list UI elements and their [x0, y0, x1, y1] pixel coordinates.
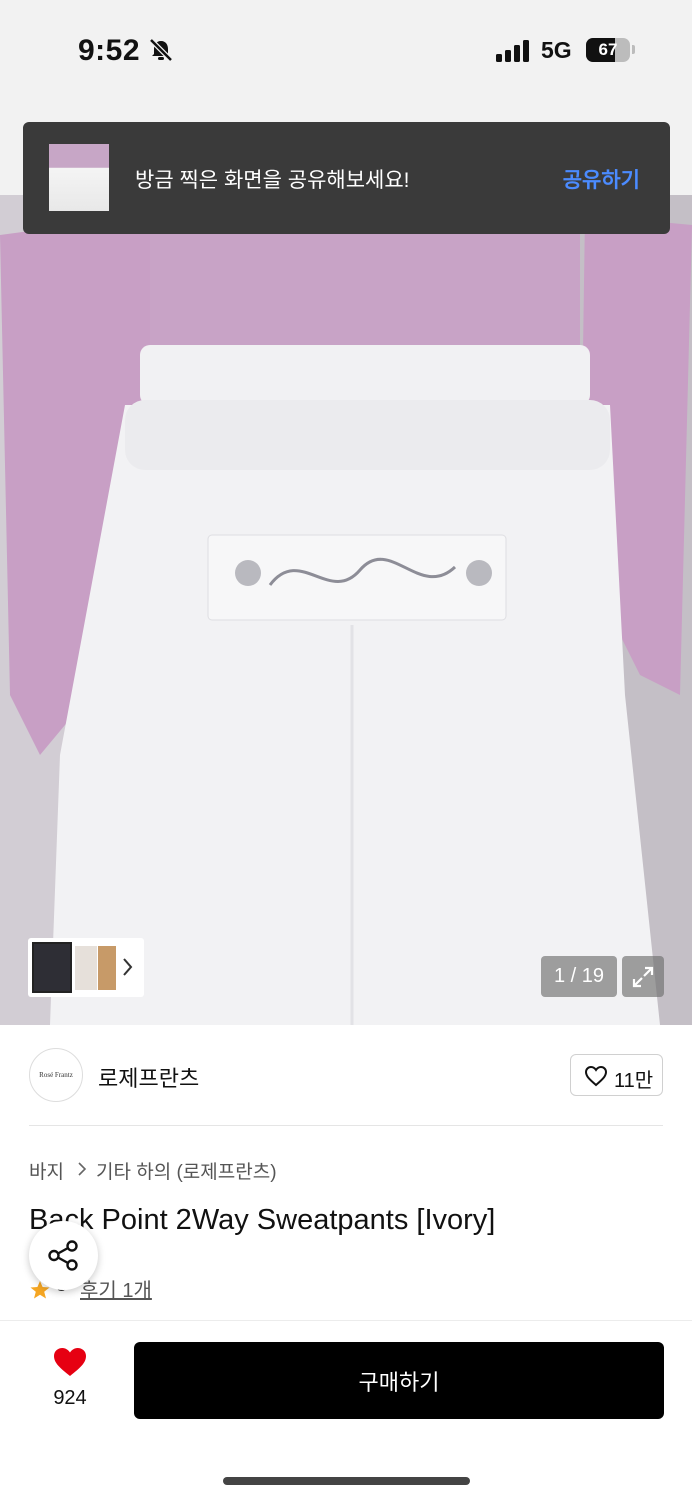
- battery-percent: 67: [598, 40, 618, 59]
- review-link[interactable]: 후기 1개: [80, 1274, 152, 1303]
- share-screenshot-toast: 방금 찍은 화면을 공유해보세요! 공유하기: [23, 122, 670, 234]
- share-icon: [48, 1240, 78, 1271]
- home-indicator: [223, 1477, 470, 1485]
- expand-button[interactable]: [622, 956, 664, 997]
- wish-count: 924: [53, 1387, 87, 1409]
- breadcrumb-subcategory[interactable]: 기타 하의 (로제프란츠): [96, 1157, 277, 1184]
- product-photo[interactable]: [0, 195, 692, 1025]
- network-type: 5G: [541, 37, 572, 63]
- chevron-right-icon[interactable]: [120, 951, 136, 988]
- heart-filled-icon[interactable]: [52, 1346, 88, 1383]
- product-title: Back Point 2Way Sweatpants [Ivory]: [29, 1204, 496, 1236]
- signal-icon: [496, 40, 532, 67]
- battery-icon: 67: [586, 38, 630, 62]
- thumbnail-selected[interactable]: [32, 942, 72, 993]
- divider: [29, 1125, 663, 1126]
- thumbnail-item[interactable]: [98, 946, 116, 990]
- thumbnail-strip[interactable]: [28, 938, 144, 997]
- expand-icon: [632, 966, 654, 988]
- breadcrumb-category[interactable]: 바지: [29, 1157, 64, 1184]
- toast-message: 방금 찍은 화면을 공유해보세요!: [135, 169, 410, 192]
- brand-logo[interactable]: Rosé Frantz: [29, 1048, 83, 1102]
- buy-button[interactable]: 구매하기: [134, 1342, 664, 1419]
- brand-logo-text: Rosé Frantz: [39, 1071, 73, 1079]
- share-action-button[interactable]: 공유하기: [563, 164, 640, 194]
- chevron-right-icon: [75, 1160, 89, 1183]
- brand-name[interactable]: 로제프란츠: [98, 1061, 199, 1093]
- image-counter: 1 / 19: [541, 956, 617, 997]
- screenshot-thumbnail[interactable]: [49, 144, 109, 211]
- status-time: 9:52: [78, 34, 141, 67]
- product-photo-illustration: [0, 195, 692, 1025]
- bell-slash-icon: [148, 38, 174, 67]
- brand-like-button[interactable]: 11만: [570, 1054, 663, 1096]
- heart-outline-icon: [584, 1065, 608, 1087]
- thumbnail-item[interactable]: [75, 946, 97, 990]
- share-button[interactable]: [29, 1221, 98, 1290]
- brand-like-count: 11만: [614, 1070, 654, 1092]
- battery-tip: [632, 45, 635, 54]
